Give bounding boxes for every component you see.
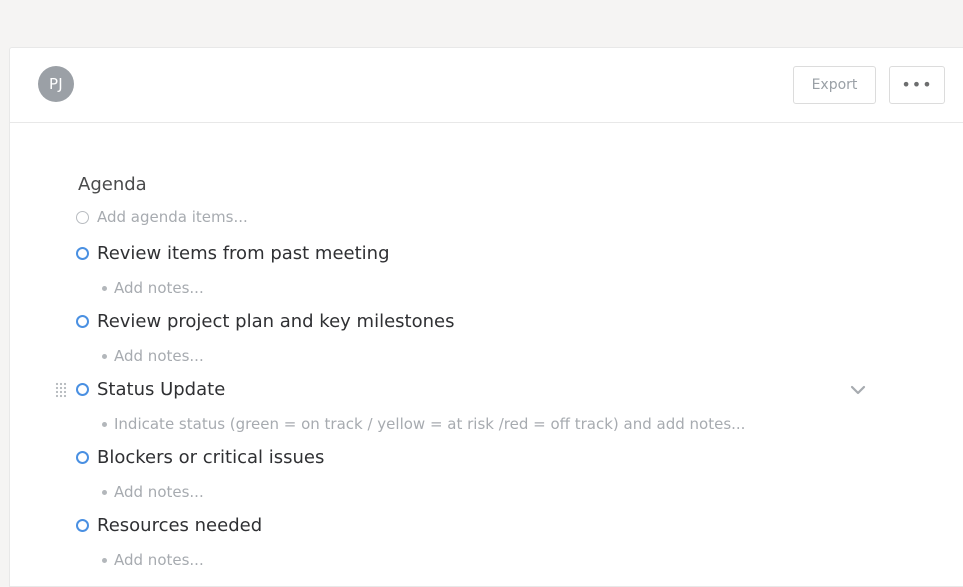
bullet-icon (102, 557, 107, 563)
agenda-item-label[interactable]: Review items from past meeting (97, 243, 390, 264)
drag-handle-icon[interactable] (55, 382, 67, 400)
agenda-item-note-input[interactable]: Add notes... (114, 551, 204, 569)
meeting-card: PJ Export ••• Agenda Add agenda items...… (9, 47, 963, 587)
agenda-item[interactable]: Resources needed (76, 514, 262, 536)
item-checkbox-circle-icon[interactable] (76, 382, 89, 396)
agenda-item[interactable]: Review project plan and key milestones (76, 310, 454, 332)
agenda-item-label[interactable]: Blockers or critical issues (97, 447, 324, 468)
item-checkbox-circle-icon[interactable] (76, 518, 89, 532)
agenda-item-note-input[interactable]: Add notes... (114, 483, 204, 501)
agenda-item-note-input[interactable]: Add notes... (114, 347, 204, 365)
agenda-item[interactable]: Review items from past meeting (76, 242, 390, 264)
agenda-item-note-input[interactable]: Indicate status (green = on track / yell… (114, 415, 745, 433)
agenda-item-note[interactable]: Add notes... (102, 482, 204, 502)
agenda-item-note[interactable]: Add notes... (102, 346, 204, 366)
agenda-item-note-input[interactable]: Add notes... (114, 279, 204, 297)
agenda-item-label[interactable]: Resources needed (97, 515, 262, 536)
agenda-item-label[interactable]: Status Update (97, 379, 225, 400)
add-agenda-item-row[interactable]: Add agenda items... (76, 206, 248, 228)
chevron-down-icon[interactable] (850, 382, 866, 398)
bullet-icon (102, 489, 107, 495)
agenda-item[interactable]: Status Update (76, 378, 225, 400)
bullet-icon (102, 421, 107, 427)
card-header: PJ Export ••• (10, 48, 963, 123)
agenda-item-note[interactable]: Indicate status (green = on track / yell… (102, 414, 745, 434)
avatar[interactable]: PJ (38, 66, 74, 102)
agenda-item-note[interactable]: Add notes... (102, 278, 204, 298)
item-checkbox-circle-icon[interactable] (76, 246, 89, 260)
add-item-circle-icon (76, 210, 89, 224)
bullet-icon (102, 285, 107, 291)
add-agenda-item-input[interactable]: Add agenda items... (97, 208, 248, 226)
agenda-item-note[interactable]: Add notes... (102, 550, 204, 570)
more-options-button[interactable]: ••• (889, 66, 945, 104)
agenda-item[interactable]: Blockers or critical issues (76, 446, 324, 468)
item-checkbox-circle-icon[interactable] (76, 314, 89, 328)
agenda-title: Agenda (78, 174, 147, 195)
item-checkbox-circle-icon[interactable] (76, 450, 89, 464)
export-button[interactable]: Export (793, 66, 876, 104)
bullet-icon (102, 353, 107, 359)
agenda-item-label[interactable]: Review project plan and key milestones (97, 311, 454, 332)
